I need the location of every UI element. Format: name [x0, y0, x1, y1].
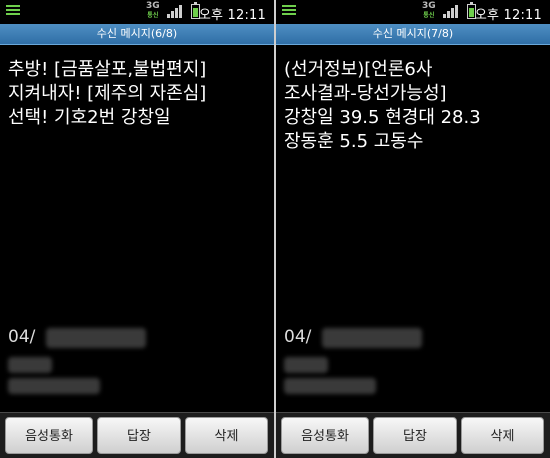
signal-strength-icon [443, 5, 459, 18]
redacted-date [322, 328, 422, 348]
notification-icon [282, 5, 296, 17]
message-date: 04/ [8, 327, 36, 347]
notification-icon [6, 5, 20, 17]
reply-button[interactable]: 답장 [97, 417, 181, 454]
screenshot-pair: 3G 통신 오후 12:11 수신 메시지(6/8) 추방! [금품살포,불법편지… [0, 0, 550, 458]
action-bar: 음성통화 답장 삭제 [0, 412, 274, 458]
screen-title: 수신 메시지(7/8) [276, 24, 550, 45]
delete-button[interactable]: 삭제 [185, 417, 268, 454]
screen-title: 수신 메시지(6/8) [0, 24, 274, 45]
reply-button[interactable]: 답장 [373, 417, 457, 454]
voice-call-button[interactable]: 음성통화 [5, 417, 93, 454]
redacted-number [284, 378, 376, 394]
signal-strength-icon [167, 5, 183, 18]
message-line: 조사결과-당선가능성] [284, 83, 447, 104]
action-bar: 음성통화 답장 삭제 [276, 412, 550, 458]
status-bar: 3G 통신 오후 12:11 [276, 0, 550, 24]
clock: 오후 12:11 [474, 8, 542, 23]
message-line: 강창일 39.5 현경대 28.3 [284, 107, 481, 128]
network-3g-icon: 3G 통신 [422, 1, 436, 20]
phone-screen-right: 3G 통신 오후 12:11 수신 메시지(7/8) (선거정보)[언론6사 조사… [276, 0, 550, 458]
network-3g-icon: 3G 통신 [146, 1, 160, 20]
message-line: (선거정보)[언론6사 [284, 59, 433, 80]
redacted-sender [284, 357, 328, 373]
message-date: 04/ [284, 327, 312, 347]
voice-call-button[interactable]: 음성통화 [281, 417, 369, 454]
message-line: 선택! 기호2번 강창일 [8, 107, 171, 128]
message-body[interactable]: (선거정보)[언론6사 조사결과-당선가능성] 강창일 39.5 현경대 28.… [284, 58, 544, 154]
phone-screen-left: 3G 통신 오후 12:11 수신 메시지(6/8) 추방! [금품살포,불법편지… [0, 0, 274, 458]
message-line: 지켜내자! [제주의 자존심] [8, 83, 207, 104]
redacted-date [46, 328, 146, 348]
redacted-number [8, 378, 100, 394]
redacted-sender [8, 357, 52, 373]
clock: 오후 12:11 [198, 8, 266, 23]
status-bar: 3G 통신 오후 12:11 [0, 0, 274, 24]
message-line: 추방! [금품살포,불법편지] [8, 59, 207, 80]
message-line: 장동훈 5.5 고동수 [284, 131, 424, 152]
message-body[interactable]: 추방! [금품살포,불법편지] 지켜내자! [제주의 자존심] 선택! 기호2번… [8, 58, 268, 130]
delete-button[interactable]: 삭제 [461, 417, 544, 454]
